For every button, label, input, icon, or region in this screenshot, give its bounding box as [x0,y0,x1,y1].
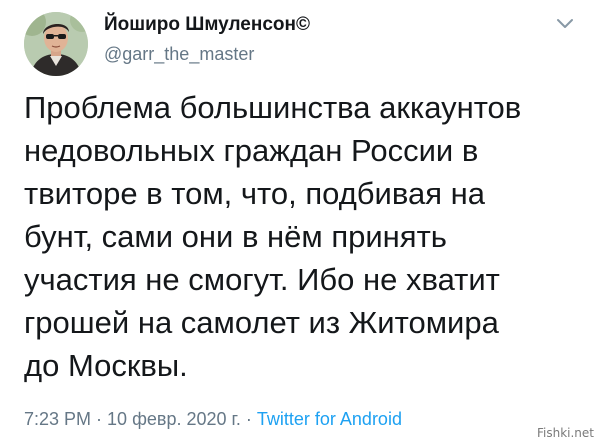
tweet-text-line: грошей на самолет из Житомира [24,305,499,340]
tweet-text-line: до Москвы. [24,348,188,383]
tweet-card: Йоширо Шмуленсон© @garr_the_master Пробл… [0,0,600,446]
tweet-text-line: бунт, сами они в нём принять [24,219,447,254]
author-avatar[interactable] [24,12,88,76]
tweet-source-link[interactable]: Twitter for Android [257,409,402,429]
tweet-text-line: участия не смогут. Ибо не хватит [24,262,500,297]
meta-separator: · [91,409,108,429]
tweet-menu-button[interactable] [553,12,577,36]
tweet-text-line: твиторе в том, что, подбивая на [24,176,485,211]
tweet-date[interactable]: 10 февр. 2020 г. [107,409,241,429]
tweet-text: Проблема большинства аккаунтов недовольн… [24,86,584,387]
meta-separator: · [240,409,257,429]
tweet-metadata: 7:23 PM · 10 февр. 2020 г. · Twitter for… [24,409,402,430]
author-display-name[interactable]: Йоширо Шмуленсон© [104,14,310,36]
author-handle[interactable]: @garr_the_master [104,44,254,65]
avatar-photo [24,12,88,76]
chevron-down-icon [557,19,573,28]
tweet-time[interactable]: 7:23 PM [24,409,91,429]
tweet-text-line: Проблема большинства аккаунтов [24,90,522,125]
watermark: Fishki.net [536,426,594,440]
tweet-text-line: недовольных граждан России в [24,133,479,168]
